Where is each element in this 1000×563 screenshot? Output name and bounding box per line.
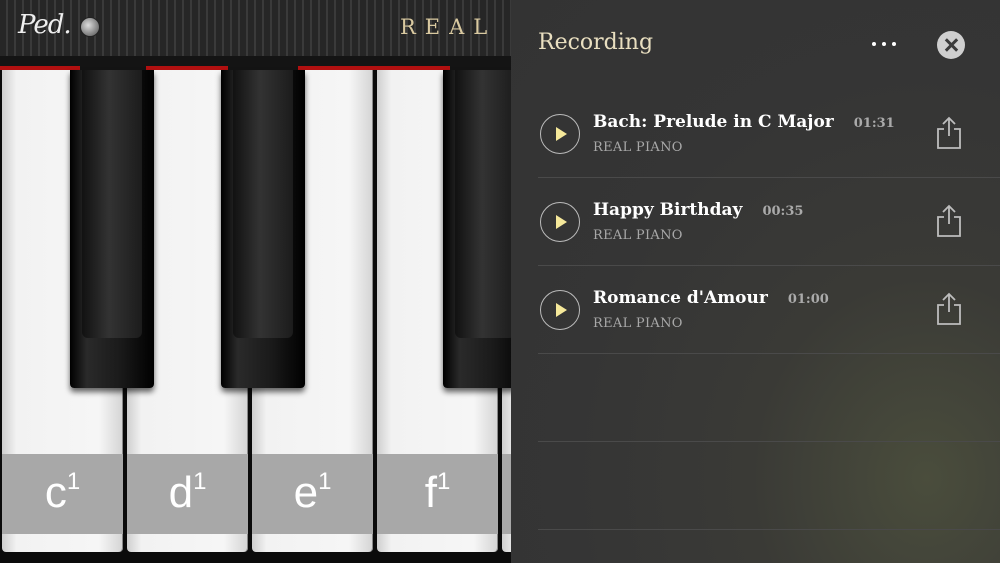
play-button[interactable] [540, 114, 580, 154]
share-icon[interactable] [936, 204, 962, 238]
key-label: e1 [293, 468, 332, 517]
keyboard: c1 d1 e1 f1 [0, 70, 512, 563]
key-label: c1 [44, 468, 81, 517]
list-item: Bach: Prelude in C Major 01:31 REAL PIANO [538, 90, 1000, 178]
key-label: f1 [424, 468, 451, 517]
key-felt-strip [0, 56, 512, 70]
app-title: REAL P [400, 15, 512, 39]
share-icon[interactable] [936, 292, 962, 326]
recording-list: Bach: Prelude in C Major 01:31 REAL PIANO… [538, 90, 1000, 530]
recording-duration: 01:00 [787, 292, 829, 307]
list-item: Happy Birthday 00:35 REAL PIANO [538, 178, 1000, 266]
recording-title: Happy Birthday 00:35 [593, 200, 804, 220]
black-key-f-sharp1[interactable] [443, 70, 512, 388]
share-icon[interactable] [936, 116, 962, 150]
close-icon[interactable] [937, 31, 965, 59]
piano-top-bar: Ped. REAL P [0, 0, 512, 58]
recording-panel: Recording Bach: Prelude in C Major 01:31 … [511, 0, 1000, 563]
recording-source: REAL PIANO [593, 228, 683, 243]
panel-title: Recording [538, 30, 654, 55]
pedal-toggle-button[interactable] [80, 17, 100, 37]
list-item: Romance d'Amour 01:00 REAL PIANO [538, 266, 1000, 354]
piano-view: Ped. REAL P c1 d1 e1 f1 [0, 0, 512, 563]
recording-source: REAL PIANO [593, 316, 683, 331]
empty-list-row [538, 442, 1000, 530]
more-horizontal-icon[interactable] [869, 34, 899, 54]
recording-title: Romance d'Amour 01:00 [593, 288, 829, 308]
play-button[interactable] [540, 202, 580, 242]
empty-list-row [538, 354, 1000, 442]
recording-duration: 01:31 [853, 116, 895, 131]
recording-title: Bach: Prelude in C Major 01:31 [593, 112, 895, 132]
pedal-label: Ped. [18, 10, 72, 40]
black-key-c-sharp1[interactable] [70, 70, 154, 388]
recording-duration: 00:35 [762, 204, 804, 219]
recording-source: REAL PIANO [593, 140, 683, 155]
key-label: d1 [168, 468, 207, 517]
black-key-d-sharp1[interactable] [221, 70, 305, 388]
play-button[interactable] [540, 290, 580, 330]
